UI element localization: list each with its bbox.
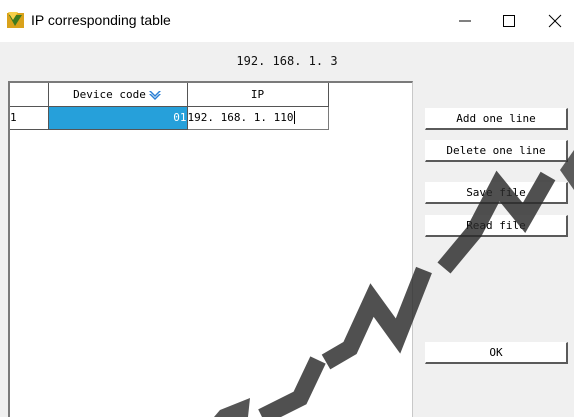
row-number[interactable]: 1	[10, 106, 49, 130]
save-file-button[interactable]: Save file	[425, 182, 568, 204]
minimize-icon	[459, 20, 471, 22]
ip-cell-value: 192. 168. 1. 110	[187, 110, 294, 124]
row-header-corner	[10, 83, 49, 107]
minimize-button[interactable]	[442, 0, 488, 42]
maximize-icon	[503, 15, 515, 27]
sort-arrow-icon	[148, 90, 161, 100]
table-row[interactable]: 1 01 192. 168. 1. 110	[10, 105, 329, 130]
read-file-button[interactable]: Read file	[425, 215, 568, 237]
text-caret	[294, 111, 296, 125]
add-line-button[interactable]: Add one line	[425, 108, 568, 130]
column-header-ip[interactable]: IP	[187, 83, 329, 107]
ip-table: Device code IP 1 01 192. 168. 1. 110	[10, 83, 329, 130]
maximize-button[interactable]	[486, 0, 532, 42]
ok-button[interactable]: OK	[425, 342, 568, 364]
ip-cell-editor[interactable]: 192. 168. 1. 110	[186, 105, 329, 130]
column-header-label: Device code	[73, 87, 146, 101]
column-header-device-code[interactable]: Device code	[48, 83, 188, 107]
table-header-row: Device code IP	[10, 83, 329, 107]
close-button[interactable]	[532, 0, 574, 42]
device-code-cell[interactable]: 01	[48, 106, 188, 130]
current-ip-label: 192. 168. 1. 3	[236, 54, 338, 68]
close-icon	[548, 14, 562, 28]
ip-grid[interactable]: Device code IP 1 01 192. 168. 1. 110	[8, 81, 413, 417]
delete-line-button[interactable]: Delete one line	[425, 140, 568, 162]
title-bar: IP corresponding table	[0, 0, 574, 42]
app-icon	[7, 12, 24, 28]
window-title: IP corresponding table	[31, 12, 171, 28]
